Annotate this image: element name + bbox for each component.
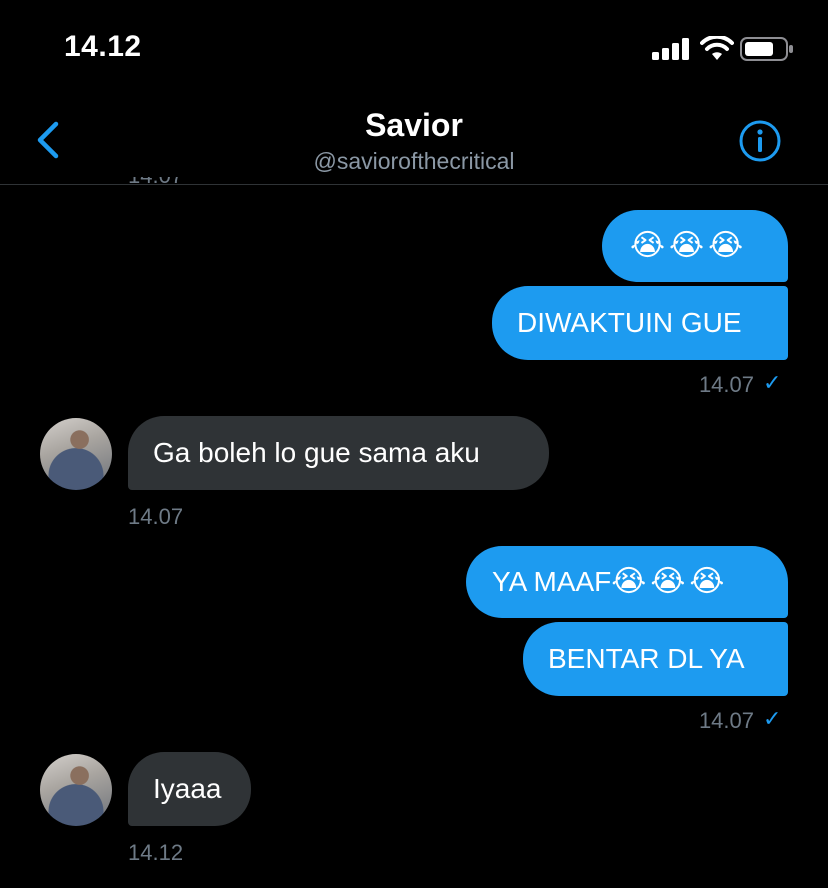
avatar[interactable] — [40, 754, 112, 826]
message-timestamp: 14.07 — [128, 504, 184, 529]
outgoing-message-bubble[interactable]: 😭😭😭 — [602, 210, 788, 282]
message-timestamp: 14.07 — [698, 372, 754, 397]
cellular-signal-icon — [652, 38, 689, 60]
incoming-message-bubble[interactable]: Iyaaa — [128, 752, 251, 826]
status-time: 14.12 — [64, 30, 142, 63]
incoming-message-bubble[interactable]: Ga boleh lo gue sama aku — [128, 416, 549, 490]
message-text: BENTAR DL YA — [548, 643, 745, 674]
read-check-icon: ✓ — [763, 706, 782, 731]
wifi-icon — [700, 36, 734, 60]
message-text: YA MAAF — [492, 566, 612, 597]
clipped-timestamp: 14.07 — [128, 177, 192, 189]
outgoing-message-bubble[interactable]: BENTAR DL YA — [523, 622, 788, 696]
read-check-icon: ✓ — [763, 370, 782, 395]
outgoing-message-bubble[interactable]: DIWAKTUIN GUE — [492, 286, 788, 360]
avatar[interactable] — [40, 418, 112, 490]
message-text: 😭😭😭 — [630, 228, 748, 263]
message-text: Ga boleh lo gue sama aku — [153, 437, 480, 468]
conversation-title: Savior — [365, 107, 463, 143]
conversation-handle: @saviorofthecritical — [313, 148, 515, 174]
message-timestamp: 14.12 — [128, 840, 184, 865]
outgoing-message-bubble[interactable]: YA MAAF 😭😭😭 — [466, 546, 788, 618]
header-divider — [0, 184, 828, 185]
message-text: DIWAKTUIN GUE — [517, 307, 742, 338]
message-text: Iyaaa — [153, 773, 222, 804]
message-emoji: 😭😭😭 — [611, 564, 729, 599]
message-timestamp: 14.07 — [698, 708, 754, 733]
battery-icon — [740, 37, 793, 61]
info-icon[interactable] — [738, 119, 782, 163]
